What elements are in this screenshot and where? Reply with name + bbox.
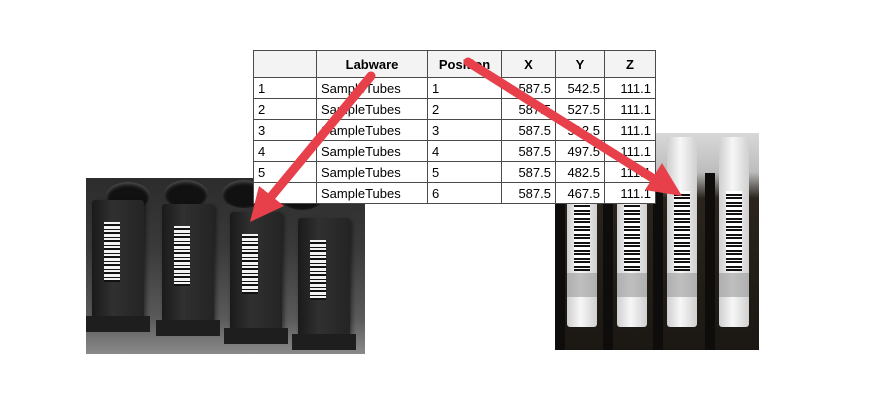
tube-carrier bbox=[292, 218, 356, 350]
position-cell[interactable]: 6 bbox=[427, 182, 502, 204]
position-cell[interactable]: 5 bbox=[427, 161, 502, 183]
y-cell[interactable]: 527.5 bbox=[555, 98, 605, 120]
x-cell[interactable]: 587.5 bbox=[501, 161, 556, 183]
sample-rack-photo bbox=[86, 178, 365, 354]
barcoded-tube bbox=[667, 137, 697, 327]
x-cell[interactable]: 587.5 bbox=[501, 182, 556, 204]
z-cell[interactable]: 111.1 bbox=[604, 140, 656, 162]
z-cell[interactable]: 111.1 bbox=[604, 161, 656, 183]
table-row[interactable]: 5 SampleTubes 5 587.5 482.5 111.1 bbox=[253, 161, 656, 183]
table-header-row: Labware Position X Y Z bbox=[253, 50, 656, 78]
row-index-cell[interactable]: 2 bbox=[253, 98, 317, 120]
barcode-label bbox=[174, 226, 190, 286]
position-cell[interactable]: 2 bbox=[427, 98, 502, 120]
z-cell[interactable]: 111.1 bbox=[604, 119, 656, 141]
column-header-labware[interactable]: Labware bbox=[316, 50, 428, 78]
row-index-cell[interactable]: 4 bbox=[253, 140, 317, 162]
row-index-cell[interactable]: 6 bbox=[253, 182, 317, 204]
barcoded-tube bbox=[719, 137, 749, 327]
row-index-cell[interactable]: 1 bbox=[253, 77, 317, 99]
y-cell[interactable]: 497.5 bbox=[555, 140, 605, 162]
x-cell[interactable]: 587.5 bbox=[501, 77, 556, 99]
column-header-index[interactable] bbox=[253, 50, 317, 78]
column-header-position[interactable]: Position bbox=[427, 50, 502, 78]
table-row[interactable]: 3 SampleTubes 3 587.5 512.5 111.1 bbox=[253, 119, 656, 141]
row-index-cell[interactable]: 3 bbox=[253, 119, 317, 141]
barcode-label bbox=[674, 191, 690, 271]
table-row[interactable]: 6 SampleTubes 6 587.5 467.5 111.1 bbox=[253, 182, 656, 204]
y-cell[interactable]: 467.5 bbox=[555, 182, 605, 204]
y-cell[interactable]: 542.5 bbox=[555, 77, 605, 99]
labware-cell[interactable]: SampleTubes bbox=[316, 98, 428, 120]
tube-carrier bbox=[86, 200, 150, 332]
barcode-label bbox=[104, 222, 120, 282]
labware-cell[interactable]: SampleTubes bbox=[316, 182, 428, 204]
x-cell[interactable]: 587.5 bbox=[501, 119, 556, 141]
table-row[interactable]: 2 SampleTubes 2 587.5 527.5 111.1 bbox=[253, 98, 656, 120]
labware-cell[interactable]: SampleTubes bbox=[316, 161, 428, 183]
position-cell[interactable]: 1 bbox=[427, 77, 502, 99]
column-header-y[interactable]: Y bbox=[555, 50, 605, 78]
row-index-cell[interactable]: 5 bbox=[253, 161, 317, 183]
z-cell[interactable]: 111.1 bbox=[604, 77, 656, 99]
position-cell[interactable]: 3 bbox=[427, 119, 502, 141]
rack-divider bbox=[705, 173, 715, 350]
labware-cell[interactable]: SampleTubes bbox=[316, 119, 428, 141]
y-cell[interactable]: 482.5 bbox=[555, 161, 605, 183]
barcode-label bbox=[242, 234, 258, 294]
table-row[interactable]: 4 SampleTubes 4 587.5 497.5 111.1 bbox=[253, 140, 656, 162]
x-cell[interactable]: 587.5 bbox=[501, 98, 556, 120]
table-row[interactable]: 1 SampleTubes 1 587.5 542.5 111.1 bbox=[253, 77, 656, 99]
labware-cell[interactable]: SampleTubes bbox=[316, 77, 428, 99]
barcode-label bbox=[726, 191, 742, 271]
position-cell[interactable]: 4 bbox=[427, 140, 502, 162]
z-cell[interactable]: 111.1 bbox=[604, 98, 656, 120]
labware-cell[interactable]: SampleTubes bbox=[316, 140, 428, 162]
tube-carrier bbox=[224, 212, 288, 344]
column-header-x[interactable]: X bbox=[501, 50, 556, 78]
labware-position-table: Labware Position X Y Z 1 SampleTubes 1 5… bbox=[253, 50, 656, 204]
tube-carrier bbox=[156, 204, 220, 336]
column-header-z[interactable]: Z bbox=[604, 50, 656, 78]
x-cell[interactable]: 587.5 bbox=[501, 140, 556, 162]
z-cell[interactable]: 111.1 bbox=[604, 182, 656, 204]
barcode-label bbox=[310, 240, 326, 300]
y-cell[interactable]: 512.5 bbox=[555, 119, 605, 141]
